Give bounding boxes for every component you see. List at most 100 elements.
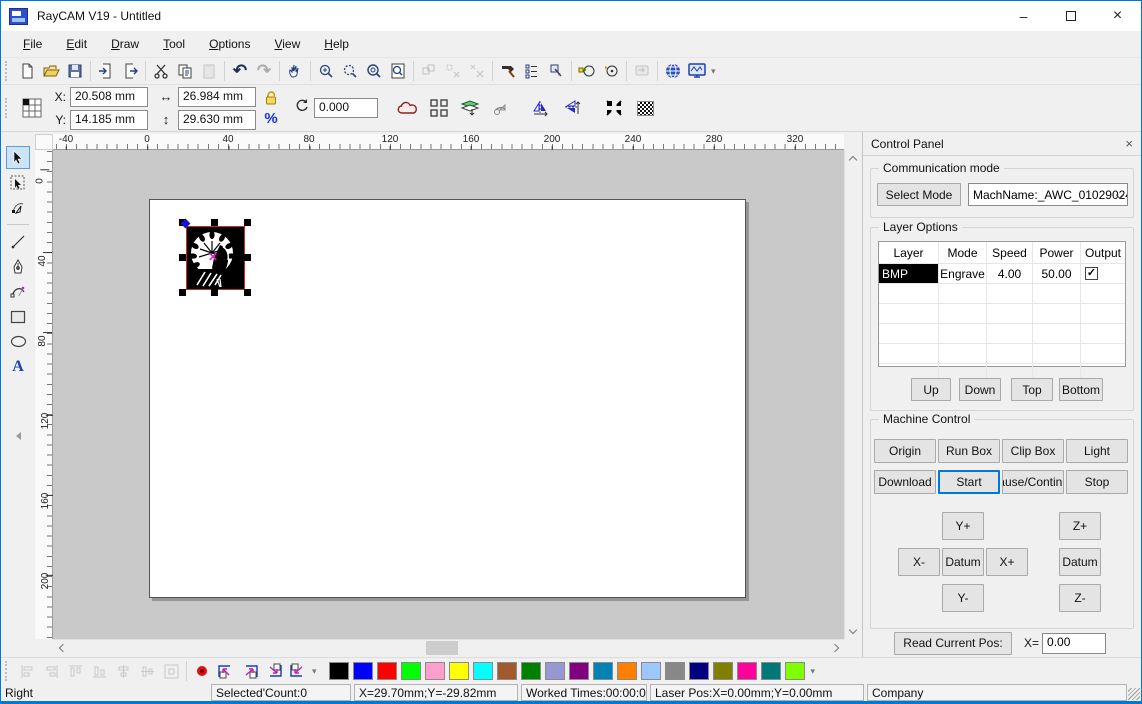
light-button[interactable]: Light [1066,439,1128,463]
align-right-icon[interactable] [39,660,63,682]
export-icon[interactable] [118,60,142,82]
canvas-viewport[interactable]: ✕ [53,150,844,639]
palette-color[interactable] [665,662,685,680]
aspect-lock-icon[interactable] [264,91,278,110]
zoom-page-icon[interactable] [386,60,410,82]
scroll-left-button[interactable] [53,640,69,656]
array-copy-icon[interactable] [425,96,453,120]
laser-position-icon[interactable] [190,660,214,682]
menu-view[interactable]: View [262,33,312,55]
jog-y-minus-button[interactable]: Y- [942,584,984,612]
menu-tool[interactable]: Tool [151,33,197,55]
jog-x-minus-button[interactable]: X- [898,548,940,576]
scroll-right-button[interactable] [828,640,844,656]
node-edit-tool[interactable] [6,196,30,219]
rotation-input[interactable]: 0.000 [314,98,378,118]
send-to-machine-icon[interactable] [630,60,654,82]
palette-color[interactable] [329,662,349,680]
palette-color[interactable] [593,662,613,680]
layer-table[interactable]: Layer Mode Speed Power Output BMP Engrav… [878,241,1126,367]
palette-color[interactable] [737,662,757,680]
palette-color[interactable] [473,662,493,680]
download-button[interactable]: Download [874,470,936,494]
select-mode-button[interactable]: Select Mode [877,183,961,206]
group-icon[interactable] [417,60,441,82]
palette-color[interactable] [545,662,565,680]
text-tool[interactable]: A [6,355,30,378]
scroll-up-button[interactable] [845,150,861,166]
network-globe-icon[interactable] [661,60,685,82]
dither-pattern-icon[interactable] [631,96,659,120]
save-icon[interactable] [63,60,87,82]
stop-button[interactable]: Stop [1066,470,1128,494]
palette-color[interactable] [713,662,733,680]
clip-box-button[interactable]: Clip Box [1002,439,1064,463]
machine-name-dropdown[interactable]: MachName:_AWC_01029024 [968,183,1128,206]
selection-handle-e[interactable] [244,254,251,261]
paste-icon[interactable] [197,60,221,82]
pick-tool-icon[interactable] [496,60,520,82]
read-current-pos-button[interactable]: Read Current Pos: [894,632,1012,655]
run-box-button[interactable]: Run Box [938,439,1000,463]
anchor-bottom-right-icon[interactable] [262,660,286,682]
selection-handle-se[interactable] [244,289,251,296]
rotate-hand-icon[interactable] [487,96,515,120]
height-input[interactable]: 29.630 mm [178,110,256,130]
palette-color[interactable] [401,662,421,680]
palette-color[interactable] [377,662,397,680]
cut-icon[interactable] [149,60,173,82]
pen-tool[interactable] [6,255,30,278]
layer-up-button[interactable]: Up [911,378,951,401]
layer-down-button[interactable]: Down [959,378,1001,401]
align-center-v-icon[interactable] [135,660,159,682]
layer-top-button[interactable]: Top [1011,378,1053,401]
anchor-top-right-icon[interactable] [238,660,262,682]
jog-z-plus-button[interactable]: Z+ [1059,512,1101,540]
rectangle-tool[interactable] [6,305,30,328]
mirror-vertical-icon[interactable] [558,96,586,120]
menu-draw[interactable]: Draw [99,33,151,55]
palette-color[interactable] [449,662,469,680]
undo-icon[interactable]: ↶ [228,60,252,82]
align-top-icon[interactable] [63,660,87,682]
palette-color[interactable] [641,662,661,680]
pick-param-icon[interactable] [544,60,568,82]
palette-color[interactable] [689,662,709,680]
maximize-button[interactable] [1047,1,1094,31]
jog-x-plus-button[interactable]: X+ [986,548,1028,576]
palette-color[interactable] [617,662,637,680]
x-position-input[interactable]: 20.508 mm [70,87,148,107]
menu-help[interactable]: Help [312,33,361,55]
start-button[interactable]: Start [938,470,1000,494]
scrollbar-thumb[interactable] [426,641,458,655]
menu-edit[interactable]: Edit [54,33,99,55]
copy-icon[interactable] [173,60,197,82]
pan-hand-icon[interactable] [283,60,307,82]
y-position-input[interactable]: 14.185 mm [70,110,148,130]
line-tool[interactable] [6,230,30,253]
pause-continue-button[interactable]: Pause/Continue [1002,470,1064,494]
toolbar-overflow-caret[interactable]: ▾ [711,66,716,77]
anchor-top-left-icon[interactable] [214,660,238,682]
zoom-in-icon[interactable] [314,60,338,82]
layer-power-cell[interactable]: 50.00 [1033,264,1081,284]
toolbar-overflow-caret[interactable]: ▾ [312,666,317,677]
width-input[interactable]: 26.984 mm [178,87,256,107]
layer-speed-cell[interactable]: 4.00 [987,264,1033,284]
anchor-grid-icon[interactable] [18,96,46,120]
scroll-down-button[interactable] [845,623,861,639]
new-file-icon[interactable] [15,60,39,82]
import-icon[interactable] [94,60,118,82]
horizontal-scrollbar[interactable] [53,639,844,655]
param-list-icon[interactable] [520,60,544,82]
vertical-scrollbar[interactable] [844,150,860,639]
palette-color[interactable] [521,662,541,680]
layer-output-cell[interactable]: ✓ [1081,264,1125,284]
palette-color[interactable] [425,662,445,680]
selection-handle-w[interactable] [179,254,186,261]
palette-color[interactable] [353,662,373,680]
anchor-bottom-left-icon[interactable] [286,660,310,682]
selection-handle-ne[interactable] [244,219,251,226]
node-edit-circle-icon[interactable] [575,60,599,82]
layer-mode-cell[interactable]: Engrave [939,264,987,284]
